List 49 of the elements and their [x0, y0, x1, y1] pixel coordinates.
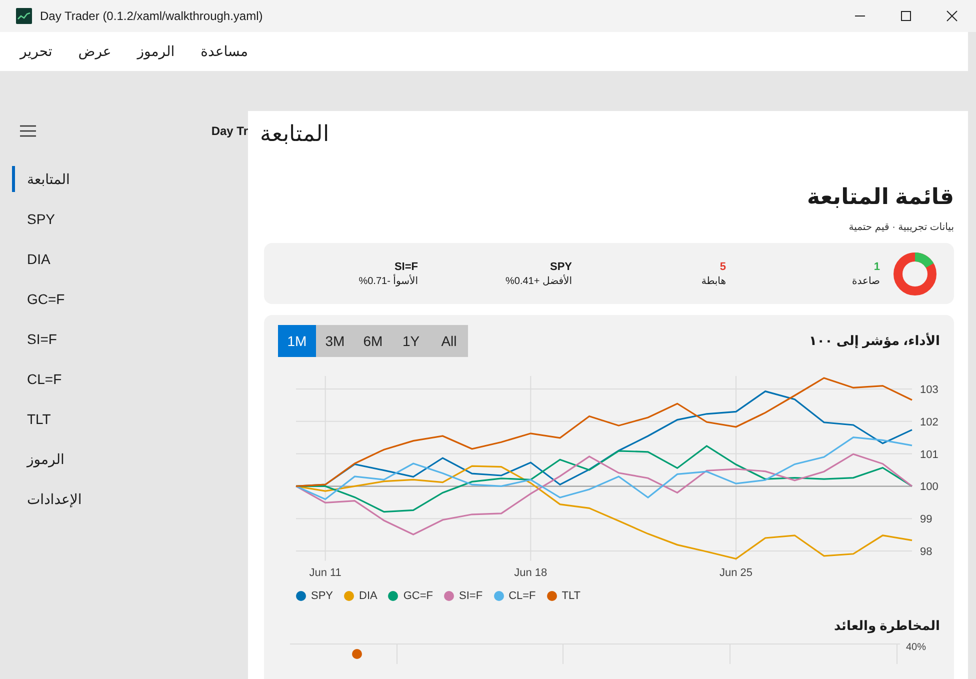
subtitle: بيانات تجريبية · قيم حتمية	[848, 222, 954, 233]
worst-change: الأسوأ -0.71%	[358, 276, 418, 286]
legend-label: TLT	[562, 590, 581, 602]
rising-label: صاعدة	[851, 276, 880, 286]
worst-symbol: SI=F	[393, 260, 418, 272]
donut-chart	[892, 250, 938, 296]
axis-label: 101	[920, 448, 938, 461]
axis-label: 98	[920, 546, 932, 558]
axis-label: 40%	[906, 642, 926, 655]
axis-label: Jun 18	[514, 567, 548, 579]
axis-label: 102	[920, 416, 938, 428]
legend-label: CL=F	[508, 590, 536, 602]
menu-item[interactable]: عرض	[78, 43, 112, 60]
nav-item[interactable]: CL=F	[12, 366, 248, 392]
range-tab[interactable]: 1M	[278, 325, 316, 357]
menu-item[interactable]: الرموز	[137, 43, 175, 60]
nav-item[interactable]: DIA	[12, 246, 248, 272]
legend-label: SPY	[311, 590, 334, 602]
legend-label: DIA	[359, 590, 378, 602]
section-title: المخاطرة والعائد	[833, 618, 940, 634]
best-change: الأفضل +0.41%	[504, 276, 572, 286]
nav-item[interactable]: الإعدادات	[12, 486, 248, 512]
page-title: المتابعة	[259, 120, 330, 148]
legend-label: GC=F	[403, 590, 434, 602]
axis-label: Jun 25	[719, 567, 753, 579]
nav-item[interactable]: SPY	[12, 206, 248, 232]
nav-item[interactable]: TLT	[12, 406, 248, 432]
axis-label: 100	[920, 481, 938, 494]
nav-item[interactable]: GC=F	[12, 286, 248, 312]
axis-label: 99	[920, 514, 932, 526]
app-icon	[16, 8, 32, 24]
nav-item[interactable]: SI=F	[12, 326, 248, 352]
maximize-icon[interactable]	[900, 10, 912, 22]
chart-title: الأداء، مؤشر إلى ١٠٠	[808, 333, 940, 349]
menu-item[interactable]: تحرير	[20, 43, 52, 60]
best-symbol: SPY	[548, 260, 572, 272]
menu-item[interactable]: مساعدة	[200, 43, 248, 60]
heading: قائمة المتابعة	[806, 184, 954, 210]
axis-label: Jun 11	[309, 567, 342, 579]
rising-count: 1	[872, 260, 880, 272]
legend-label: SI=F	[459, 590, 483, 602]
falling-label: هابطة	[700, 276, 726, 286]
axis-label: 103	[920, 384, 938, 396]
nav-item[interactable]: الرموز	[12, 446, 248, 472]
falling-count: 5	[718, 260, 726, 272]
window-title: Day Trader (0.1.2/xaml/walkthrough.yaml)	[40, 9, 263, 23]
menu-icon[interactable]	[20, 125, 36, 137]
app-name: Day Tr	[211, 124, 248, 138]
close-icon[interactable]	[946, 10, 958, 22]
